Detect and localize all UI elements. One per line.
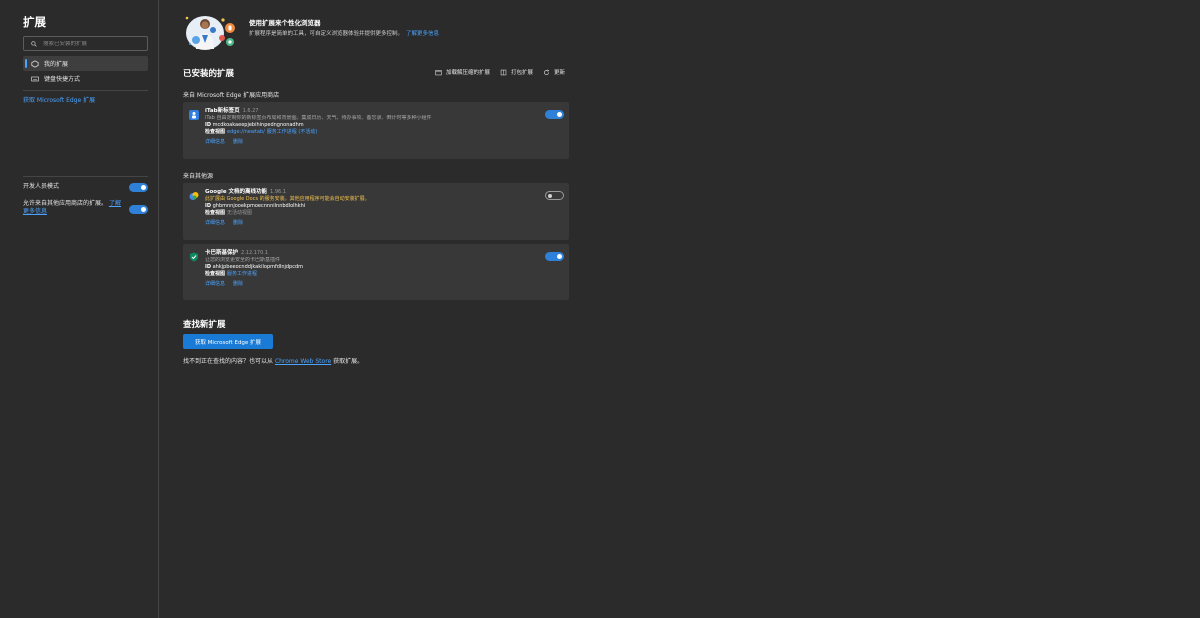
extension-name: iTab新标签页	[205, 108, 240, 114]
sidebar-divider	[23, 90, 148, 91]
load-unpacked-button[interactable]: 加载解压缩的扩展	[435, 68, 490, 76]
extension-inspect-views: 检查视图 无活动视图	[205, 210, 545, 217]
extension-actions: 详细信息 删除	[205, 220, 545, 227]
developer-mode-label: 开发人员模式	[23, 183, 60, 190]
extension-name: 卡巴斯基保护	[205, 250, 239, 256]
allow-other-stores-text: 允许来自其他应用商店的扩展。 了解更多信息	[23, 200, 123, 216]
find-extensions-note: 找不到正在查找的内容？也可以从 Chrome Web Store 获取扩展。	[183, 356, 363, 365]
get-edge-extensions-button[interactable]: 获取 Microsoft Edge 扩展	[183, 334, 273, 349]
installed-extensions-title: 已安装的扩展	[183, 69, 235, 79]
inspect-views-label: 检查视图	[205, 129, 226, 135]
refresh-icon	[544, 68, 550, 75]
hero-learn-more-link[interactable]: 了解更多信息	[406, 31, 439, 37]
search-input[interactable]	[43, 40, 143, 47]
extension-card-itab: iTab新标签页 1.6.27 iTab 自由定制你的新标签页布局和背景图。集成日…	[183, 102, 569, 159]
extension-id-value: mcdkoakaeepjebihinpedngnonadhm	[212, 122, 304, 128]
extension-id: ID ghbmnnjooekpmoecnnnilnnbdlolhkhi	[205, 203, 545, 210]
chrome-web-store-link[interactable]: Chrome Web Store	[275, 358, 331, 365]
sidebar-item-label: 我的扩展	[44, 61, 69, 68]
update-label: 更新	[553, 70, 565, 76]
extension-inspect-views: 检查视图 edge://newtab/服务工作进程 (不活动)	[205, 129, 545, 136]
extension-id-label: ID	[205, 122, 212, 128]
find-note-suffix: 获取扩展。	[333, 358, 364, 365]
extension-warning: 此扩展由 Google Docs 的服务安装。其他应用程序可能会自动安装扩展。	[205, 196, 370, 202]
extension-enable-toggle[interactable]	[545, 110, 564, 119]
extension-name: Google 文档的离线功能	[205, 189, 268, 195]
extension-enable-toggle[interactable]	[545, 191, 564, 200]
section-label-edge-store: 来自 Microsoft Edge 扩展应用商店	[183, 92, 280, 99]
extension-actions: 详细信息 删除	[205, 281, 545, 288]
allow-other-stores-toggle[interactable]	[129, 205, 148, 214]
remove-link[interactable]: 删除	[233, 281, 243, 288]
details-link[interactable]: 详细信息	[205, 281, 225, 288]
extension-inspect-views: 检查视图 服务工作进程	[205, 271, 545, 278]
hero-description-text: 扩展程序是简单的工具，可自定义浏览器体验并提供更多控制。	[249, 31, 404, 37]
no-active-views-text: 无活动视图	[227, 210, 253, 216]
hero-banner: 使用扩展来个性化浏览器 扩展程序是简单的工具，可自定义浏览器体验并提供更多控制。…	[183, 13, 569, 53]
google-docs-offline-icon	[189, 192, 199, 200]
extension-id: ID mcdkoakaeepjebihinpedngnonadhm	[205, 122, 545, 129]
shield-icon	[190, 252, 198, 262]
extension-description: iTab 自由定制你的新标签页布局和背景图。集成日历、天气、待办事项、备忘录、倒…	[205, 115, 432, 121]
installed-toolbar: 加载解压缩的扩展 打包扩展 更新	[435, 68, 565, 76]
sidebar-item-label: 键盘快捷方式	[44, 76, 81, 83]
remove-link[interactable]: 删除	[233, 139, 243, 146]
pack-extension-label: 打包扩展	[510, 70, 533, 76]
developer-mode-row: 开发人员模式	[23, 183, 148, 192]
search-box[interactable]	[23, 36, 148, 51]
extension-info: 卡巴斯基保护 2.12.170.1 让您的浏览更安全的卡巴斯基插件 ID ahkj…	[205, 250, 545, 288]
folder-icon	[435, 69, 442, 75]
extension-icon	[31, 59, 39, 68]
load-unpacked-label: 加载解压缩的扩展	[445, 70, 490, 76]
sidebar-divider	[23, 176, 148, 177]
inspect-views-label: 检查视图	[205, 271, 226, 277]
update-button[interactable]: 更新	[543, 68, 565, 76]
extension-info: iTab新标签页 1.6.27 iTab 自由定制你的新标签页布局和背景图。集成日…	[205, 108, 545, 146]
extension-id-value: ahkjpbeeocnddjkakilopmfdlnjdpcdm	[212, 264, 304, 270]
find-note-prefix: 找不到正在查找的内容？也可以从	[183, 358, 274, 365]
service-worker-link[interactable]: 服务工作进程	[227, 271, 257, 277]
sidebar-item-my-extensions[interactable]: 我的扩展	[23, 56, 148, 71]
inspect-views-label: 检查视图	[205, 210, 226, 216]
package-icon	[500, 69, 507, 75]
hero-description: 扩展程序是简单的工具，可自定义浏览器体验并提供更多控制。 了解更多信息	[249, 29, 439, 37]
extension-version: 1.96.1	[270, 189, 286, 195]
extension-info: Google 文档的离线功能 1.96.1 此扩展由 Google Docs 的服…	[205, 189, 545, 227]
extension-enable-toggle[interactable]	[545, 252, 564, 261]
hero-illustration	[185, 16, 235, 50]
search-icon	[31, 40, 37, 47]
find-extensions-title: 查找新扩展	[183, 320, 226, 330]
extension-actions: 详细信息 删除	[205, 139, 545, 146]
details-link[interactable]: 详细信息	[205, 139, 225, 146]
pack-extension-button[interactable]: 打包扩展	[500, 68, 533, 76]
extension-card-kaspersky: 卡巴斯基保护 2.12.170.1 让您的浏览更安全的卡巴斯基插件 ID ahkj…	[183, 244, 569, 300]
service-worker-link[interactable]: 服务工作进程 (不活动)	[267, 129, 318, 135]
extension-version: 1.6.27	[242, 108, 259, 114]
extension-id-label: ID	[205, 264, 212, 270]
sidebar: 扩展 我的扩展 键盘快捷方式 获取 Microsoft Edge 扩展 开发人员…	[0, 0, 159, 618]
details-link[interactable]: 详细信息	[205, 220, 225, 227]
developer-mode-toggle[interactable]	[129, 183, 148, 192]
extension-description: 让您的浏览更安全的卡巴斯基插件	[205, 257, 281, 263]
extension-card-google-docs-offline: Google 文档的离线功能 1.96.1 此扩展由 Google Docs 的服…	[183, 183, 569, 240]
extension-id-value: ghbmnnjooekpmoecnnnilnnbdlolhkhi	[212, 203, 306, 209]
get-edge-extensions-link[interactable]: 获取 Microsoft Edge 扩展	[23, 95, 95, 104]
section-label-other-sources: 来自其他源	[183, 173, 214, 180]
itab-icon	[189, 110, 199, 120]
sidebar-title: 扩展	[23, 15, 46, 29]
extension-id: ID ahkjpbeeocnddjkakilopmfdlnjdpcdm	[205, 264, 545, 271]
extension-version: 2.12.170.1	[241, 250, 269, 256]
inspect-view-link[interactable]: edge://newtab/	[227, 129, 265, 135]
sidebar-item-keyboard-shortcuts[interactable]: 键盘快捷方式	[23, 71, 148, 86]
remove-link[interactable]: 删除	[233, 220, 243, 227]
extension-id-label: ID	[205, 203, 212, 209]
hero-title: 使用扩展来个性化浏览器	[249, 19, 321, 27]
allow-other-stores-label: 允许来自其他应用商店的扩展。	[23, 200, 108, 207]
allow-other-stores-row: 允许来自其他应用商店的扩展。 了解更多信息	[23, 200, 148, 216]
keyboard-icon	[31, 75, 39, 83]
